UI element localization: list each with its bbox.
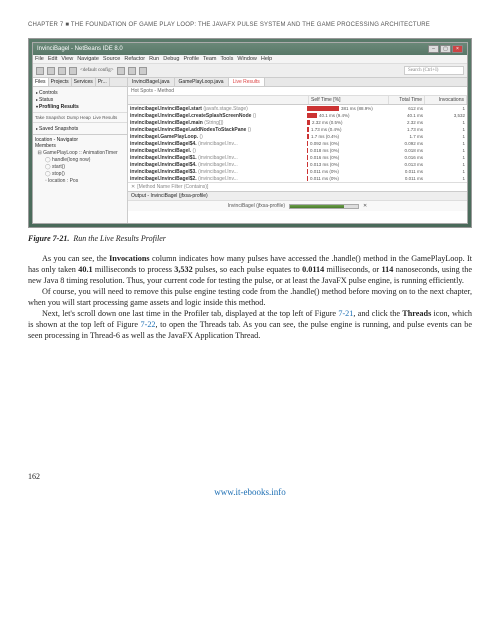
menubar: File Edit View Navigate Source Refactor …	[33, 55, 467, 64]
hotspots-label: Hot Spots - Method	[128, 87, 467, 96]
menu-view[interactable]: View	[61, 56, 73, 62]
menu-profile[interactable]: Profile	[183, 56, 199, 62]
progress-bar	[289, 204, 359, 209]
nav-method-stop[interactable]: ◯ stop()	[37, 170, 125, 177]
live-results-button[interactable]: Live Results	[93, 115, 118, 120]
footer-link[interactable]: www.it-ebooks.info	[28, 487, 472, 497]
tab-services[interactable]: Services	[72, 78, 96, 86]
window-titlebar: InvinciBagel - NetBeans IDE 8.0 – ▢ ×	[33, 43, 467, 55]
tab-files[interactable]: Files	[33, 78, 49, 86]
menu-file[interactable]: File	[35, 56, 44, 62]
status-text: InvinciBagel (jfxsa-profile)	[228, 203, 285, 209]
nav-method-start[interactable]: ◯ start()	[37, 163, 125, 170]
toolbar-icon[interactable]	[58, 67, 66, 75]
cancel-icon[interactable]: ✕	[363, 203, 367, 209]
tab-live-results[interactable]: Live Results	[229, 78, 265, 86]
screenshot-figure: InvinciBagel - NetBeans IDE 8.0 – ▢ × Fi…	[28, 38, 472, 228]
menu-tools[interactable]: Tools	[221, 56, 234, 62]
menu-navigate[interactable]: Navigate	[77, 56, 99, 62]
tab-projects[interactable]: Projects	[49, 78, 72, 86]
tree-item-profiling[interactable]: ▾Profiling Results	[35, 103, 125, 110]
result-row[interactable]: invincibagel.InvinciBagel$2. (invincibag…	[128, 175, 467, 182]
result-row[interactable]: invincibagel.InvinciBagel$4. (invincibag…	[128, 161, 467, 168]
menu-window[interactable]: Window	[237, 56, 257, 62]
tree-item-snapshots[interactable]: ▸Saved Snapshots	[35, 125, 125, 132]
output-title: Output - InvinciBagel (jfxsa-profile)	[128, 192, 467, 201]
figure-caption: Figure 7-21. Run the Live Results Profil…	[28, 234, 472, 243]
nav-class[interactable]: ⊟ GamePlayLoop :: AnimationTimer	[37, 149, 125, 156]
result-row[interactable]: invincibagel.InvinciBagel. ()0.018 ms (0…	[128, 147, 467, 154]
toolbar-icon[interactable]	[117, 67, 125, 75]
chapter-header: CHAPTER 7 ■ THE FOUNDATION OF GAME PLAY …	[28, 22, 472, 28]
nav-field-location[interactable]: ▫ location : Pos	[37, 177, 125, 184]
toolbar-icon[interactable]	[128, 67, 136, 75]
config-dropdown[interactable]: <default config>	[80, 68, 114, 73]
result-row[interactable]: invincibagel.InvinciBagel$3. (invincibag…	[128, 168, 467, 175]
menu-help[interactable]: Help	[261, 56, 272, 62]
result-row[interactable]: invincibagel.InvinciBagel.main (String[]…	[128, 119, 467, 126]
tree-item[interactable]: ▸Status	[35, 96, 125, 103]
toolbar-icon[interactable]	[69, 67, 77, 75]
result-row[interactable]: invincibagel.InvinciBagel.addNodesToStac…	[128, 126, 467, 133]
toolbar-icon[interactable]	[139, 67, 147, 75]
dump-heap-button[interactable]: Dump Heap	[67, 115, 91, 120]
result-row[interactable]: invincibagel.InvinciBagel.createSplashSc…	[128, 112, 467, 119]
minimize-button[interactable]: –	[428, 45, 439, 53]
close-button[interactable]: ×	[452, 45, 463, 53]
column-headers: Self Time [%] Total Time Invocations	[128, 96, 467, 105]
tree-item[interactable]: ▸Controls	[35, 89, 125, 96]
search-input[interactable]: Search (Ctrl+I)	[404, 66, 464, 75]
maximize-button[interactable]: ▢	[440, 45, 451, 53]
toolbar-icon[interactable]	[47, 67, 55, 75]
result-row[interactable]: invincibagel.InvinciBagel.start (javafx.…	[128, 105, 467, 112]
menu-debug[interactable]: Debug	[163, 56, 179, 62]
take-snapshot-button[interactable]: Take Snapshot	[35, 115, 65, 120]
tab-invincibagel[interactable]: InvinciBagel.java	[128, 78, 175, 86]
menu-edit[interactable]: Edit	[48, 56, 57, 62]
menu-source[interactable]: Source	[103, 56, 120, 62]
menu-team[interactable]: Team	[203, 56, 216, 62]
nav-method-handle[interactable]: ◯ handle(long now)	[37, 156, 125, 163]
result-row[interactable]: invincibagel.InvinciBagel$1. (invincibag…	[128, 154, 467, 161]
result-row[interactable]: invincibagel.InvinciBagel$4. (invincibag…	[128, 140, 467, 147]
result-row[interactable]: invincibagel.GamePlayLoop. ()1.7 ms (0.4…	[128, 133, 467, 140]
window-title: InvinciBagel - NetBeans IDE 8.0	[37, 46, 123, 52]
body-text: As you can see, the Invocations column i…	[28, 253, 472, 342]
menu-refactor[interactable]: Refactor	[124, 56, 145, 62]
menu-run[interactable]: Run	[149, 56, 159, 62]
page-number: 162	[28, 472, 472, 481]
tab-gameplayloop[interactable]: GamePlayLoop.java	[175, 78, 229, 86]
tab-profiler[interactable]: Pr...	[96, 78, 110, 86]
filter-input[interactable]: ✕ [Method Name Filter (Contains)]	[128, 182, 467, 191]
toolbar-icon[interactable]	[36, 67, 44, 75]
toolbar: <default config> Search (Ctrl+I)	[33, 64, 467, 78]
